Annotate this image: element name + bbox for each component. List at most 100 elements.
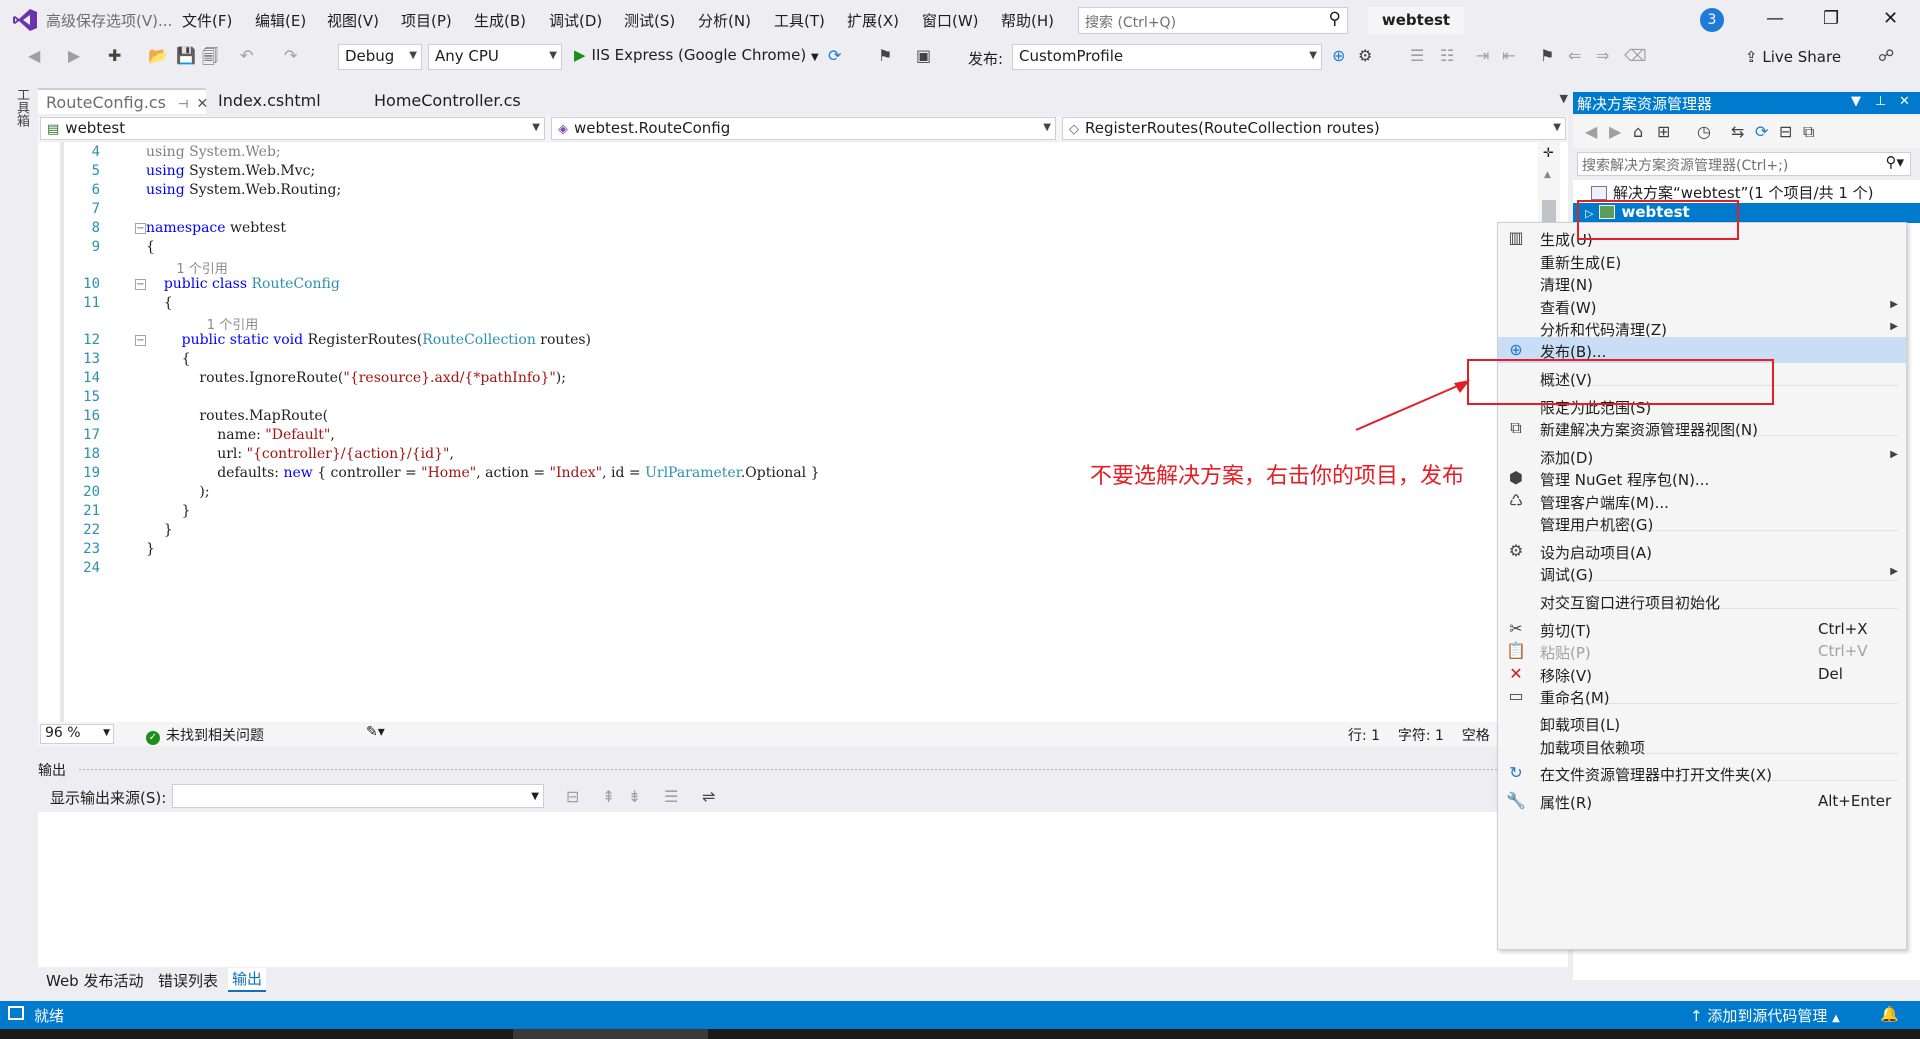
forward-icon[interactable]: ▶ — [68, 46, 80, 65]
close-icon[interactable]: ✕ — [196, 96, 208, 112]
outdent-icon[interactable]: ⇤ — [1502, 46, 1515, 65]
issues-indicator[interactable]: ✓ 未找到相关问题 — [146, 725, 264, 745]
pending-changes-icon[interactable]: ◷ — [1697, 122, 1711, 141]
menu-item[interactable]: 加载项目依赖项 — [1498, 733, 1906, 759]
find-message-icon[interactable]: ⊟ — [566, 787, 579, 806]
forward-icon[interactable]: ▶ — [1609, 122, 1621, 141]
menu-window[interactable]: 窗口(W) — [922, 10, 979, 31]
reference-count-label[interactable]: 1 个引用 — [176, 258, 227, 277]
gear-icon[interactable]: ⚙ — [1358, 46, 1372, 65]
menu-tools[interactable]: 工具(T) — [774, 10, 825, 31]
scroll-up-icon[interactable]: ▲ — [1544, 170, 1551, 180]
save-icon[interactable]: 💾 — [176, 46, 196, 65]
menu-extensions[interactable]: 扩展(X) — [847, 10, 899, 31]
menu-item[interactable]: 管理用户机密(G) — [1498, 510, 1906, 536]
search-input[interactable]: 搜索 (Ctrl+Q) ⚲ — [1078, 7, 1348, 34]
uncomment-icon[interactable]: ☷ — [1440, 46, 1454, 65]
refresh-icon[interactable]: ⟳ — [1755, 122, 1768, 141]
code-editor[interactable]: 4 using System.Web; 5 using System.Web.Mvc;… — [38, 142, 1568, 722]
minimize-button[interactable]: — — [1766, 8, 1784, 29]
redo-icon[interactable]: ↷ — [284, 46, 297, 65]
bell-icon[interactable]: 🔔 — [1880, 1005, 1899, 1023]
publish-profile-select[interactable]: CustomProfile ▼ — [1012, 44, 1322, 70]
browser-icon[interactable]: ▣ — [916, 46, 931, 65]
code-area[interactable]: 4 using System.Web; 5 using System.Web.Mvc;… — [38, 142, 1508, 722]
switch-views-icon[interactable]: ⊞ — [1657, 122, 1670, 141]
collapse-icon[interactable]: − — [135, 335, 146, 346]
back-icon[interactable]: ◀ — [1585, 122, 1597, 141]
feedback-icon[interactable]: ☍ — [1878, 46, 1894, 65]
collapse-icon[interactable]: − — [135, 223, 146, 234]
menu-test[interactable]: 测试(S) — [624, 10, 675, 31]
bookmark-icon[interactable]: ⚑ — [1540, 46, 1554, 65]
close-button[interactable]: ✕ — [1883, 8, 1898, 29]
notification-badge[interactable]: 3 — [1700, 8, 1724, 32]
menu-help[interactable]: 帮助(H) — [1001, 10, 1054, 31]
toolbox-strip[interactable]: 工具箱 — [0, 76, 34, 1001]
new-project-icon[interactable]: ✚ — [108, 46, 121, 65]
dropdown-icon[interactable]: ▼ — [1851, 94, 1861, 109]
menu-item[interactable]: 调试(G) ▶ — [1498, 560, 1906, 586]
word-wrap-icon[interactable]: ⇌ — [702, 787, 715, 806]
tab-index-cshtml[interactable]: Index.cshtml — [210, 88, 340, 114]
clear-bookmarks-icon[interactable]: ⌫ — [1624, 46, 1647, 65]
menu-item[interactable]: ▭ 重命名(M) — [1498, 683, 1906, 709]
pin-icon[interactable]: ⊣ — [178, 97, 188, 111]
brush-icon[interactable]: ✎▾ — [366, 724, 385, 740]
prev-bookmark-icon[interactable]: ⇐ — [1568, 46, 1581, 65]
collapse-icon[interactable]: − — [135, 279, 146, 290]
tab-homecontroller[interactable]: HomeController.cs — [366, 88, 526, 114]
undo-icon[interactable]: ↶ — [240, 46, 253, 65]
next-message-icon[interactable]: ⇟ — [628, 787, 641, 806]
save-all-icon[interactable]: 🗐 — [202, 46, 218, 73]
comment-icon[interactable]: ☰ — [1410, 46, 1424, 65]
pin-icon[interactable]: ⊥ — [1875, 94, 1886, 109]
menu-item[interactable]: 🔧 属性(R) Alt+Enter — [1498, 788, 1906, 814]
back-icon[interactable]: ◀ — [28, 46, 40, 65]
tab-output[interactable]: 输出 — [228, 968, 267, 992]
close-icon[interactable]: ✕ — [1899, 94, 1910, 109]
drag-grip[interactable] — [78, 768, 1528, 771]
prev-message-icon[interactable]: ⇞ — [602, 787, 615, 806]
tab-error-list[interactable]: 错误列表 — [158, 970, 218, 991]
attach-icon[interactable]: ⚑ — [878, 46, 892, 65]
clear-all-icon[interactable]: ☰ — [664, 787, 678, 806]
next-bookmark-icon[interactable]: ⇒ — [1596, 46, 1609, 65]
class-nav-select[interactable]: ◈ webtest.RouteConfig ▼ — [551, 117, 1056, 140]
output-source-select[interactable]: ▼ — [172, 784, 544, 808]
project-nav-select[interactable]: ▤ webtest ▼ — [40, 117, 545, 140]
refresh-icon[interactable]: ⟳ — [828, 46, 841, 65]
menu-debug[interactable]: 调试(D) — [549, 10, 602, 31]
tab-routeconfig[interactable]: RouteConfig.cs ⊣ ✕ — [38, 88, 208, 114]
source-control-button[interactable]: ↑ 添加到源代码管理 ▲ — [1690, 1005, 1840, 1026]
tree-item-solution[interactable]: 解决方案“webtest”(1 个项目/共 1 个) — [1573, 182, 1920, 202]
output-text-area[interactable] — [38, 812, 1568, 967]
open-file-icon[interactable]: 📂 — [148, 46, 168, 65]
menu-file[interactable]: 文件(F) — [182, 10, 232, 31]
restore-button[interactable]: ❐ — [1823, 8, 1839, 29]
reference-count-label[interactable]: 1 个引用 — [207, 314, 258, 333]
tab-web-publish-activity[interactable]: Web 发布活动 — [46, 970, 143, 991]
menu-item[interactable]: ↻ 在文件资源管理器中打开文件夹(X) — [1498, 760, 1906, 786]
configuration-select[interactable]: Debug ▼ — [338, 44, 422, 70]
run-button[interactable]: ▶ IIS Express (Google Chrome) ▼ — [574, 46, 819, 64]
menu-analyze[interactable]: 分析(N) — [698, 10, 751, 31]
menu-edit[interactable]: 编辑(E) — [255, 10, 306, 31]
show-all-files-icon[interactable]: ⧉ — [1803, 122, 1814, 142]
collapse-all-icon[interactable]: ⊟ — [1779, 122, 1792, 141]
solution-explorer-search[interactable]: 搜索解决方案资源管理器(Ctrl+;) ⚲▾ — [1577, 152, 1911, 176]
globe-icon[interactable]: ⊕ — [1332, 46, 1345, 65]
home-icon[interactable]: ⌂ — [1633, 122, 1643, 141]
menu-item[interactable]: 对交互窗口进行项目初始化 — [1498, 588, 1906, 614]
menu-project[interactable]: 项目(P) — [401, 10, 452, 31]
menu-build[interactable]: 生成(B) — [474, 10, 526, 31]
sync-icon[interactable]: ⇆ — [1731, 122, 1744, 141]
menu-view[interactable]: 视图(V) — [327, 10, 379, 31]
zoom-select[interactable]: 96 % ▼ — [40, 724, 114, 744]
tab-list-dropdown-icon[interactable]: ▼ — [1560, 92, 1568, 105]
split-icon[interactable]: ✛ — [1543, 146, 1554, 161]
member-nav-select[interactable]: ◇ RegisterRoutes(RouteCollection routes) ▼ — [1062, 117, 1566, 140]
menu-item[interactable]: ⧉ 新建解决方案资源管理器视图(N) — [1498, 415, 1906, 441]
indent-icon[interactable]: ⇥ — [1476, 46, 1489, 65]
platform-select[interactable]: Any CPU ▼ — [428, 44, 562, 70]
